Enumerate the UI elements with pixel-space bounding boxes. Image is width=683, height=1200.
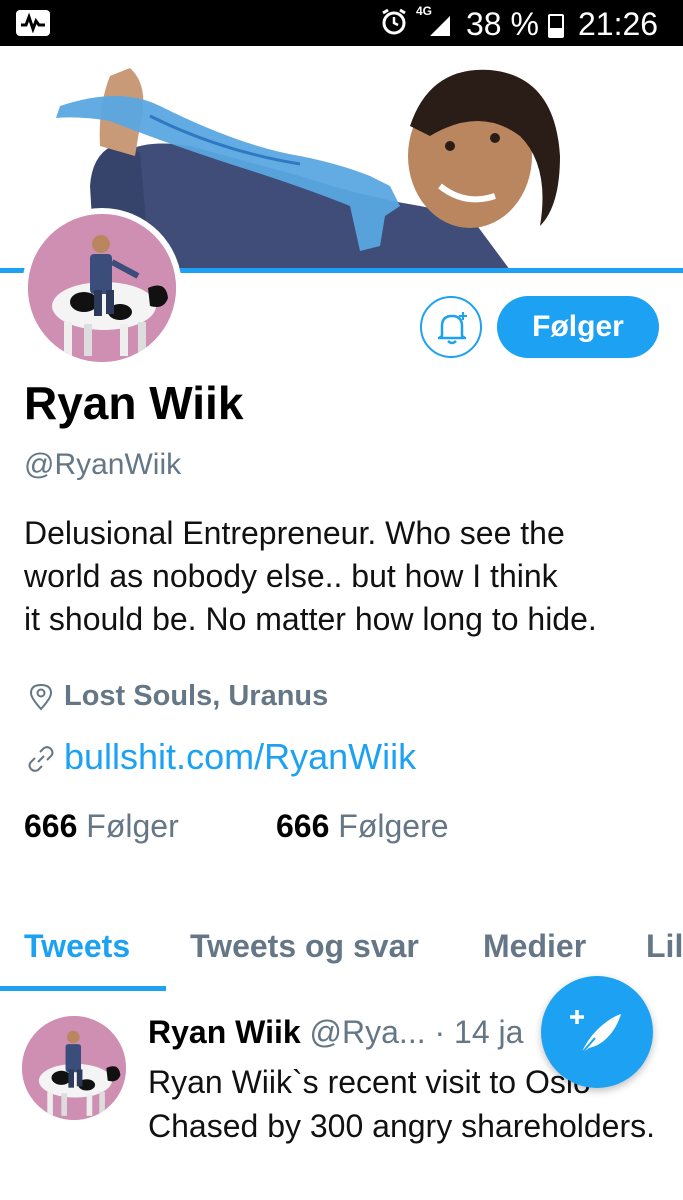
notification-bell-button[interactable] [420,296,482,358]
profile-bio: Delusional Entrepreneur. Who see the wor… [24,512,664,641]
website-link[interactable]: bullshit.com/RyanWiik [64,736,416,778]
status-bar: 4G 38 % 21:26 [0,0,683,46]
location-text: Lost Souls, Uranus [64,680,329,712]
profile-name: Ryan Wiik [24,377,244,429]
followers-label: Følgere [338,808,449,844]
tab-media[interactable]: Medier [483,928,586,965]
alarm-icon [380,8,408,41]
followers-stat[interactable]: 666 Følgere [276,808,449,845]
tab-likes[interactable]: Lil [646,928,683,965]
compose-tweet-button[interactable] [541,976,653,1088]
activity-icon [16,10,50,36]
location-pin-icon [29,683,53,711]
following-count: 666 [24,808,78,844]
tab-tweets[interactable]: Tweets [24,928,130,965]
avatar-image [28,214,176,362]
feather-plus-icon [570,1010,621,1055]
tweet-header: Ryan Wiik @Rya... · 14 ja [148,1014,523,1051]
profile-avatar[interactable] [22,208,182,368]
following-label: Følger [86,808,179,844]
signal-icon [428,14,452,43]
tweet-text-line: Chased by 300 angry shareholders. [148,1108,655,1144]
status-time: 21:26 [578,6,659,42]
tab-tweets-and-replies[interactable]: Tweets og svar [190,928,419,965]
tweet-avatar[interactable] [22,1016,126,1120]
bell-plus-icon [437,312,467,345]
tweet-date: · 14 ja [434,1014,524,1050]
battery-icon [548,14,564,38]
bio-line: Delusional Entrepreneur. Who see the [24,515,565,551]
link-icon [28,746,54,772]
following-stat[interactable]: 666 Følger [24,808,179,845]
followers-count: 666 [276,808,330,844]
profile-handle: @RyanWiik [24,448,182,481]
bio-line: world as nobody else.. but how I think [24,558,558,594]
tweet-author-handle: @Rya... [309,1014,426,1050]
bio-line: it should be. No matter how long to hide… [24,601,597,637]
active-tab-indicator [0,986,166,991]
following-button[interactable]: Følger [497,296,659,358]
tweet-author-name[interactable]: Ryan Wiik [148,1014,301,1050]
battery-percent: 38 % [466,6,539,42]
